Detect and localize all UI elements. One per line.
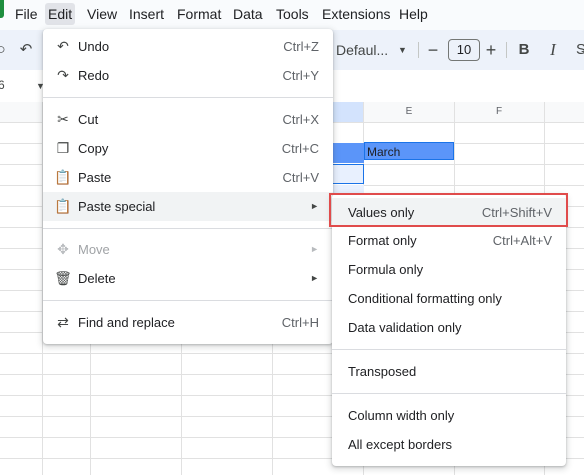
menubar: File Edit View Insert Format Data Tools … [0, 0, 584, 30]
menu-item-cut[interactable]: ✂ Cut Ctrl+X [43, 105, 333, 134]
undo-toolbar-icon[interactable]: ↶ [16, 38, 36, 62]
copy-icon: ❐ [56, 140, 70, 156]
menu-item-paste-special[interactable]: 📋 Paste special ► [43, 192, 333, 221]
menu-item-redo[interactable]: ↷ Redo Ctrl+Y [43, 61, 333, 90]
redo-icon: ↷ [57, 67, 69, 83]
menu-item-label: Redo [78, 68, 110, 83]
menu-item-label: Cut [78, 112, 99, 127]
menu-item-move: ✥ Move ► [43, 235, 333, 264]
shortcut-label: Ctrl+C [281, 141, 319, 156]
menu-divider [43, 228, 333, 229]
edit-menu: ↶ Undo Ctrl+Z ↷ Redo Ctrl+Y ✂ Cut Ctrl+X… [43, 29, 333, 344]
shortcut-label: Ctrl+V [282, 170, 319, 185]
shortcut-label: Ctrl+H [281, 315, 319, 330]
increase-font-size-icon[interactable]: + [482, 38, 500, 62]
paste-special-submenu: Values only Ctrl+Shift+V Format only Ctr… [332, 194, 566, 466]
chevron-down-icon: ▼ [398, 45, 407, 55]
column-header-f[interactable]: F [454, 102, 544, 122]
menu-extensions[interactable]: Extensions [319, 3, 393, 25]
menu-view[interactable]: View [84, 3, 120, 25]
submenu-arrow-icon: ► [310, 244, 319, 254]
menu-item-undo[interactable]: ↶ Undo Ctrl+Z [43, 32, 333, 61]
decrease-font-size-icon[interactable]: − [424, 38, 442, 62]
menu-item-label: Conditional formatting only [348, 291, 502, 306]
menu-tools[interactable]: Tools [273, 3, 312, 25]
menu-file[interactable]: File [12, 3, 41, 25]
menu-item-transposed[interactable]: Transposed [332, 357, 566, 386]
menu-item-format-only[interactable]: Format only Ctrl+Alt+V [332, 226, 566, 255]
menu-item-label: Undo [78, 39, 110, 54]
selected-cell-fill[interactable] [332, 143, 364, 163]
strikethrough-icon[interactable]: S̶ [572, 38, 584, 62]
menu-item-label: Find and replace [78, 315, 175, 330]
bold-button[interactable]: B [514, 38, 534, 62]
toolbar-divider [418, 42, 419, 58]
find-replace-icon: ⇄ [57, 314, 69, 330]
shortcut-label: Ctrl+Alt+V [492, 233, 552, 248]
menu-item-label: Delete [78, 271, 116, 286]
menu-item-label: Data validation only [348, 320, 462, 335]
menu-item-label: Format only [348, 233, 417, 248]
name-box[interactable]: 6 [0, 78, 5, 92]
column-header-selected[interactable] [332, 102, 364, 122]
submenu-arrow-icon: ► [310, 273, 319, 283]
menu-item-label: Paste special [78, 199, 156, 214]
submenu-arrow-icon: ► [310, 201, 319, 211]
move-icon: ✥ [57, 241, 69, 257]
menu-item-label: Paste [78, 170, 112, 185]
column-header-e[interactable]: E [364, 102, 454, 122]
menu-help[interactable]: Help [396, 3, 431, 25]
selected-cell[interactable] [332, 164, 364, 184]
menu-divider [43, 300, 333, 301]
scissors-icon: ✂ [57, 111, 69, 127]
font-family-value: Defaul... [336, 42, 389, 58]
trash-icon: 🗑 [54, 270, 72, 286]
highlight-annotation [329, 193, 568, 227]
menu-item-label: Transposed [348, 364, 417, 379]
search-menus-icon[interactable]: ○ [0, 38, 8, 62]
menu-item-label: All except borders [348, 437, 453, 452]
menu-edit[interactable]: Edit [45, 3, 76, 25]
cell-march[interactable]: March [364, 142, 454, 160]
sheets-logo-icon [0, 0, 4, 18]
font-family-select[interactable]: Defaul... ▼ [336, 39, 410, 61]
menu-divider [332, 349, 566, 350]
menu-item-all-except-borders[interactable]: All except borders [332, 430, 566, 459]
menu-item-copy[interactable]: ❐ Copy Ctrl+C [43, 134, 333, 163]
clipboard-icon: 📋 [54, 198, 72, 214]
menu-item-label: Move [78, 242, 110, 257]
menu-divider [332, 393, 566, 394]
menu-divider [43, 97, 333, 98]
menu-data[interactable]: Data [230, 3, 266, 25]
menu-item-data-validation-only[interactable]: Data validation only [332, 313, 566, 342]
menu-item-conditional-formatting-only[interactable]: Conditional formatting only [332, 284, 566, 313]
shortcut-label: Ctrl+X [282, 112, 319, 127]
menu-item-label: Copy [78, 141, 109, 156]
menu-insert[interactable]: Insert [126, 3, 167, 25]
menu-item-paste[interactable]: 📋 Paste Ctrl+V [43, 163, 333, 192]
undo-icon: ↶ [57, 38, 69, 54]
italic-button[interactable]: I [544, 38, 562, 62]
menu-item-find-replace[interactable]: ⇄ Find and replace Ctrl+H [43, 308, 333, 337]
shortcut-label: Ctrl+Z [283, 39, 319, 54]
menu-item-formula-only[interactable]: Formula only [332, 255, 566, 284]
menu-item-column-width-only[interactable]: Column width only [332, 401, 566, 430]
font-size-input[interactable]: 10 [448, 39, 480, 61]
menu-item-label: Column width only [348, 408, 455, 423]
clipboard-icon: 📋 [54, 169, 72, 185]
menu-format[interactable]: Format [174, 3, 224, 25]
menu-item-delete[interactable]: 🗑 Delete ► [43, 264, 333, 293]
shortcut-label: Ctrl+Y [282, 68, 319, 83]
toolbar-divider [506, 42, 507, 58]
menu-item-label: Formula only [348, 262, 424, 277]
